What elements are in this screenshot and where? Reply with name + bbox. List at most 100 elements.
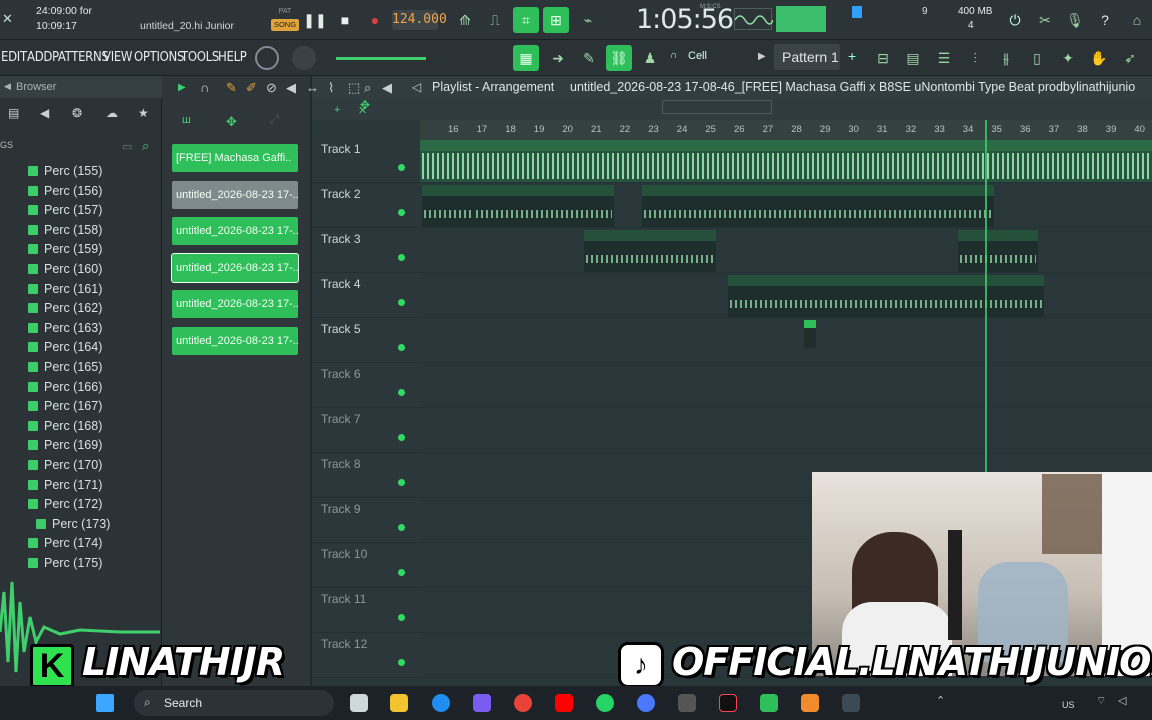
plugin-db-icon[interactable]: ✦	[1055, 45, 1081, 71]
browser-item[interactable]: Perc (172)	[28, 495, 102, 513]
tempo-display[interactable]: 124.000	[392, 10, 447, 30]
add-pattern-icon[interactable]: +	[848, 48, 856, 64]
plugin-icon[interactable]: ⫵	[993, 45, 1019, 71]
playlist-menu-icon[interactable]: ▶	[178, 82, 186, 93]
store-icon[interactable]: ⌂	[1124, 7, 1150, 33]
track-header[interactable]: Track 10	[312, 543, 420, 588]
master-volume-slider[interactable]	[336, 57, 426, 60]
browser-item[interactable]: Perc (169)	[28, 436, 102, 454]
wait-input-icon[interactable]: ⎍	[482, 7, 508, 33]
cloud-icon[interactable]: ☁	[106, 106, 118, 120]
picker-layout-icon[interactable]: ✥	[226, 114, 237, 130]
browser-item[interactable]: Perc (166)	[28, 378, 102, 396]
track-header[interactable]: Track 6	[312, 363, 420, 408]
whatsapp-icon[interactable]	[596, 694, 614, 712]
chrome-icon[interactable]	[514, 694, 532, 712]
record-button[interactable]: ●	[362, 7, 388, 33]
clip-item[interactable]: untitled_2026-08-23 17-..	[171, 252, 299, 283]
metronome-icon[interactable]: ⟰	[452, 7, 478, 33]
mixer-icon[interactable]: ⫶	[962, 45, 988, 71]
song-mode-toggle[interactable]: SONG	[271, 19, 299, 31]
app-icon-2[interactable]	[678, 694, 696, 712]
timeline-ruler[interactable]: 16 17 18 19 20 21 22 23 24 25 26 27 28 29 30 31 32 33 34 35…	[420, 120, 1152, 140]
main-volume-knob[interactable]	[255, 46, 279, 70]
track-header[interactable]: Track 4	[312, 273, 420, 318]
track-header[interactable]: Track 8	[312, 453, 420, 498]
track-header[interactable]: Track 9	[312, 498, 420, 543]
piano-roll-icon[interactable]: ☰	[931, 45, 957, 71]
track-header[interactable]: Track 1	[312, 138, 420, 183]
delete-tool-icon[interactable]: ⊘	[266, 80, 277, 96]
folder-icon[interactable]: ▭	[122, 140, 132, 153]
track-lane[interactable]	[420, 408, 1152, 453]
edge-icon[interactable]	[432, 694, 450, 712]
browser-item[interactable]: Perc (175)	[28, 554, 102, 572]
picker-sort-icon[interactable]: ⤢	[270, 114, 279, 127]
clip-item[interactable]: untitled_2026-08-23 17-..	[172, 290, 298, 319]
playlist-clip[interactable]: untitled..junior	[958, 230, 1038, 272]
track-enable-icon[interactable]	[398, 344, 405, 351]
channel-rack-icon[interactable]: ▤	[900, 45, 926, 71]
link-icon[interactable]: ⛓	[606, 45, 632, 71]
horizontal-scrollbar[interactable]	[662, 100, 772, 114]
playback-tool-icon[interactable]: ◀	[382, 80, 392, 96]
playlist-clip[interactable]: untitled_202..–-00_Insert 1	[584, 230, 716, 272]
youtube-icon[interactable]	[555, 694, 573, 712]
browser-item[interactable]: Perc (170)	[28, 456, 102, 474]
store-app-icon[interactable]	[473, 694, 491, 712]
arrow-right-icon[interactable]: ➜	[545, 45, 571, 71]
slice-tool-icon[interactable]: ⌇	[328, 80, 334, 96]
pattern-selector[interactable]: Pattern 1	[774, 44, 840, 70]
small-clip[interactable]	[804, 320, 816, 348]
stamp-icon[interactable]: ♟	[637, 45, 663, 71]
pitch-knob[interactable]	[292, 46, 316, 70]
browser-item[interactable]: Perc (157)	[28, 201, 102, 219]
star-icon[interactable]: ★	[138, 106, 149, 120]
track-enable-icon[interactable]	[398, 479, 405, 486]
browser-item[interactable]: Perc (162)	[28, 299, 102, 317]
track-lane[interactable]	[420, 318, 1152, 363]
track-enable-icon[interactable]	[398, 434, 405, 441]
clip-item[interactable]: untitled_2026-08-23 17-..	[172, 180, 298, 209]
browser-item[interactable]: Perc (164)	[28, 338, 102, 356]
windows-start-icon[interactable]	[96, 694, 114, 712]
tiktok-app-icon[interactable]	[719, 694, 737, 712]
track-header[interactable]: Track 11	[312, 588, 420, 633]
menu-tools[interactable]: TOOLS	[181, 50, 219, 65]
track-header[interactable]: Track 3	[312, 228, 420, 273]
pause-button[interactable]: ❚❚	[302, 7, 328, 33]
menu-add[interactable]: ADD	[27, 50, 52, 65]
browser-item[interactable]: Perc (168)	[28, 417, 102, 435]
slip-tool-icon[interactable]: ↔	[306, 80, 319, 95]
paint-tool-icon[interactable]: ✐	[246, 80, 257, 96]
track-enable-icon[interactable]	[398, 164, 405, 171]
file-explorer-icon[interactable]	[390, 694, 408, 712]
track-enable-icon[interactable]	[398, 389, 405, 396]
app-icon-1[interactable]	[637, 694, 655, 712]
magnet-icon[interactable]: ∩	[670, 50, 677, 61]
close-icon[interactable]: ✕	[2, 11, 13, 26]
browser-item[interactable]: Perc (173)	[36, 515, 110, 533]
browser-item[interactable]: Perc (158)	[28, 221, 102, 239]
countdown-icon[interactable]: ⌗	[513, 7, 539, 33]
browser-item[interactable]: Perc (156)	[28, 182, 102, 200]
browser-item[interactable]: Perc (174)	[28, 534, 102, 552]
track-enable-icon[interactable]	[398, 254, 405, 261]
playhead[interactable]	[985, 120, 987, 472]
tray-chevron-icon[interactable]: ⌃	[936, 694, 945, 707]
playlist-clip[interactable]: unti..t 1	[422, 185, 474, 227]
plugin-picker-icon[interactable]: ✂	[1032, 7, 1058, 33]
pattern-prev-icon[interactable]: ▶	[758, 51, 766, 62]
browser-arrow-icon[interactable]: ◀	[4, 81, 11, 92]
power-icon[interactable]: ⏻	[1002, 7, 1028, 33]
track-header[interactable]: Track 5	[312, 318, 420, 363]
fl-studio-icon[interactable]	[801, 694, 819, 712]
browser-item[interactable]: Perc (161)	[28, 280, 102, 298]
browser-item[interactable]: Perc (155)	[28, 162, 102, 180]
clip-item[interactable]: untitled_2026-08-23 17-..	[172, 327, 298, 355]
picker-mode-icon[interactable]: ш	[182, 114, 191, 126]
track-header[interactable]: Track 7	[312, 408, 420, 453]
search-icon[interactable]: ⌕	[142, 138, 149, 154]
track-enable-icon[interactable]	[398, 209, 405, 216]
track-enable-icon[interactable]	[398, 659, 405, 666]
